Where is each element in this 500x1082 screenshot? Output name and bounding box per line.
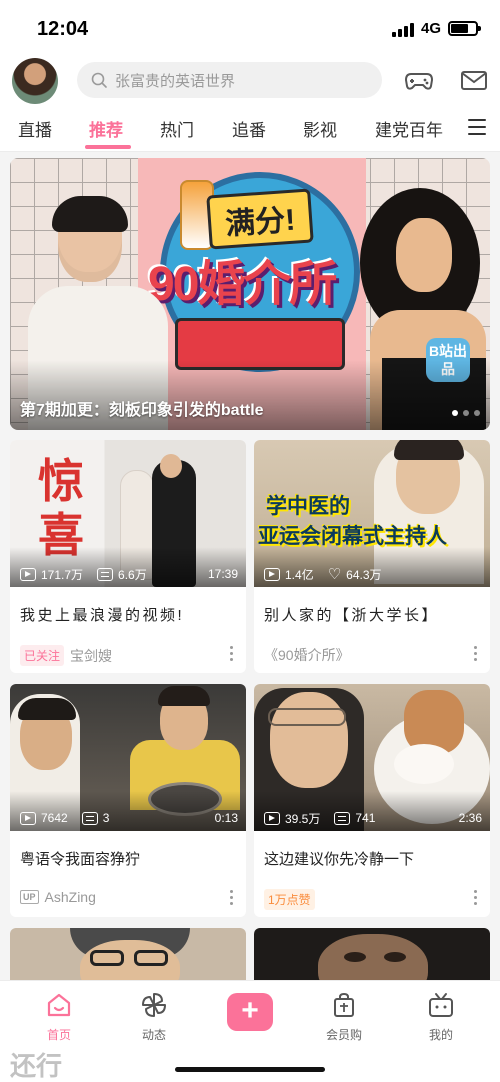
channel-menu-icon[interactable] — [468, 119, 486, 140]
tab-live[interactable]: 直播 — [18, 116, 52, 141]
danmaku-icon — [97, 567, 114, 581]
video-title: 这边建议你先冷静一下 — [264, 851, 415, 868]
video-author[interactable]: 宝剑嫂 — [70, 646, 112, 666]
video-duration: 2:36 — [458, 811, 482, 825]
watermark: 还行 — [10, 1051, 63, 1081]
publish-button[interactable]: + — [227, 993, 273, 1031]
battery-icon — [448, 21, 481, 36]
banner-dot — [474, 410, 480, 416]
tab-recommend[interactable]: 推荐 — [89, 116, 123, 141]
game-controller-icon[interactable] — [404, 66, 434, 94]
network-label: 4G — [420, 20, 441, 37]
nav-home[interactable]: 首页 — [24, 991, 94, 1043]
play-count-icon — [20, 567, 36, 581]
video-stats: 1.4亿 ♡ 64.3万 — [264, 565, 482, 583]
play-count-icon — [264, 567, 280, 581]
video-card[interactable] — [254, 928, 490, 988]
promo-banner[interactable]: 满分! 90婚介所 B站出品 第7期加更：刻板印象引发的battle — [10, 158, 490, 430]
video-stats: 7642 3 0:13 — [20, 809, 238, 827]
view-count: 7642 — [41, 811, 68, 825]
top-header: 张富贵的英语世界 — [0, 56, 500, 104]
video-card[interactable]: 学中医的 亚运会闭幕式主持人 1.4亿 ♡ 64.3万 别人家的【浙大学长】 《9… — [254, 440, 490, 673]
banner-logo-main: 90婚介所 — [148, 258, 337, 311]
nav-mine-label: 我的 — [428, 1028, 453, 1042]
danmaku-icon — [334, 811, 351, 825]
danmaku-icon — [81, 811, 98, 825]
video-source[interactable]: 《90婚介所》 — [264, 645, 350, 665]
like-count: 64.3万 — [346, 567, 382, 582]
status-indicators: 4G — [391, 20, 481, 37]
nav-dynamic[interactable]: 动态 — [119, 991, 189, 1043]
status-bar: 12:04 4G — [0, 0, 500, 56]
view-count: 171.7万 — [41, 567, 84, 582]
tab-hot[interactable]: 热门 — [160, 116, 194, 141]
tab-party-centenary[interactable]: 建党百年 — [375, 116, 443, 141]
video-thumbnail — [10, 928, 246, 988]
video-duration: 17:39 — [207, 567, 238, 581]
more-options-icon[interactable] — [230, 890, 234, 908]
video-card[interactable]: 39.5万 741 2:36 这边建议你先冷静一下 1万点赞 — [254, 684, 490, 917]
banner-pagination — [452, 410, 480, 416]
home-tv-icon — [47, 993, 71, 1017]
tab-film[interactable]: 影视 — [303, 116, 337, 141]
video-card[interactable]: 7642 3 0:13 粤语令我面容狰狞 UP AshZing — [10, 684, 246, 917]
video-stats: 171.7万 6.6万 17:39 — [20, 565, 238, 583]
nav-dynamic-label: 动态 — [141, 1028, 166, 1042]
nav-vip-shop-label: 会员购 — [325, 1028, 362, 1042]
thumb-text-1: 学中医的 — [266, 495, 350, 518]
nav-mine[interactable]: 我的 — [406, 991, 476, 1043]
play-count-icon — [20, 811, 36, 825]
video-stats: 39.5万 741 2:36 — [264, 809, 482, 827]
home-indicator[interactable] — [175, 1067, 325, 1072]
user-avatar[interactable] — [12, 58, 58, 104]
banner-caption: 第7期加更：刻板印象引发的battle — [20, 402, 264, 419]
nav-home-label: 首页 — [46, 1028, 71, 1042]
video-title: 粤语令我面容狰狞 — [20, 851, 141, 868]
search-icon — [91, 72, 107, 88]
pinwheel-icon — [142, 993, 166, 1017]
likes-tag: 1万点赞 — [264, 889, 315, 910]
message-icon[interactable] — [459, 66, 489, 94]
bottom-navigation: 首页 动态 + 会员购 我的 — [0, 980, 500, 1082]
video-author[interactable]: AshZing — [45, 889, 96, 905]
danmaku-count: 741 — [355, 811, 376, 825]
more-options-icon[interactable] — [474, 890, 478, 908]
search-bar[interactable]: 张富贵的英语世界 — [77, 62, 382, 98]
video-thumbnail — [254, 928, 490, 988]
more-options-icon[interactable] — [230, 646, 234, 664]
thumb-text-1: 惊 — [38, 455, 84, 507]
danmaku-count: 3 — [102, 811, 110, 825]
video-title: 我史上最浪漫的视频! — [20, 607, 185, 624]
video-card[interactable] — [10, 928, 246, 988]
banner-logo-top: 满分! — [206, 188, 314, 250]
channel-tabs: 直播 推荐 热门 追番 影视 建党百年 — [0, 104, 500, 152]
status-time: 12:04 — [37, 18, 89, 40]
banner-dot — [452, 410, 458, 416]
view-count: 39.5万 — [285, 811, 321, 826]
search-placeholder: 张富贵的英语世界 — [115, 72, 236, 90]
more-options-icon[interactable] — [474, 646, 478, 664]
banner-dot — [463, 410, 469, 416]
video-duration: 0:13 — [214, 811, 238, 825]
active-tab-indicator — [85, 145, 131, 149]
tab-anime[interactable]: 追番 — [232, 116, 266, 141]
shopping-bag-icon — [334, 992, 354, 1017]
like-heart-icon: ♡ — [327, 565, 342, 583]
video-card[interactable]: 惊 喜 171.7万 6.6万 17:39 我史上最浪漫的视频! 已关注 宝剑嫂 — [10, 440, 246, 673]
video-title: 别人家的【浙大学长】 — [264, 607, 440, 624]
play-count-icon — [264, 811, 280, 825]
followed-tag: 已关注 — [20, 645, 65, 666]
signal-icon — [391, 21, 414, 37]
view-count: 1.4亿 — [285, 567, 314, 582]
up-badge-icon: UP — [20, 890, 39, 904]
nav-vip-shop[interactable]: 会员购 — [309, 991, 379, 1043]
danmaku-count: 6.6万 — [118, 567, 147, 582]
tv-profile-icon — [429, 993, 453, 1017]
